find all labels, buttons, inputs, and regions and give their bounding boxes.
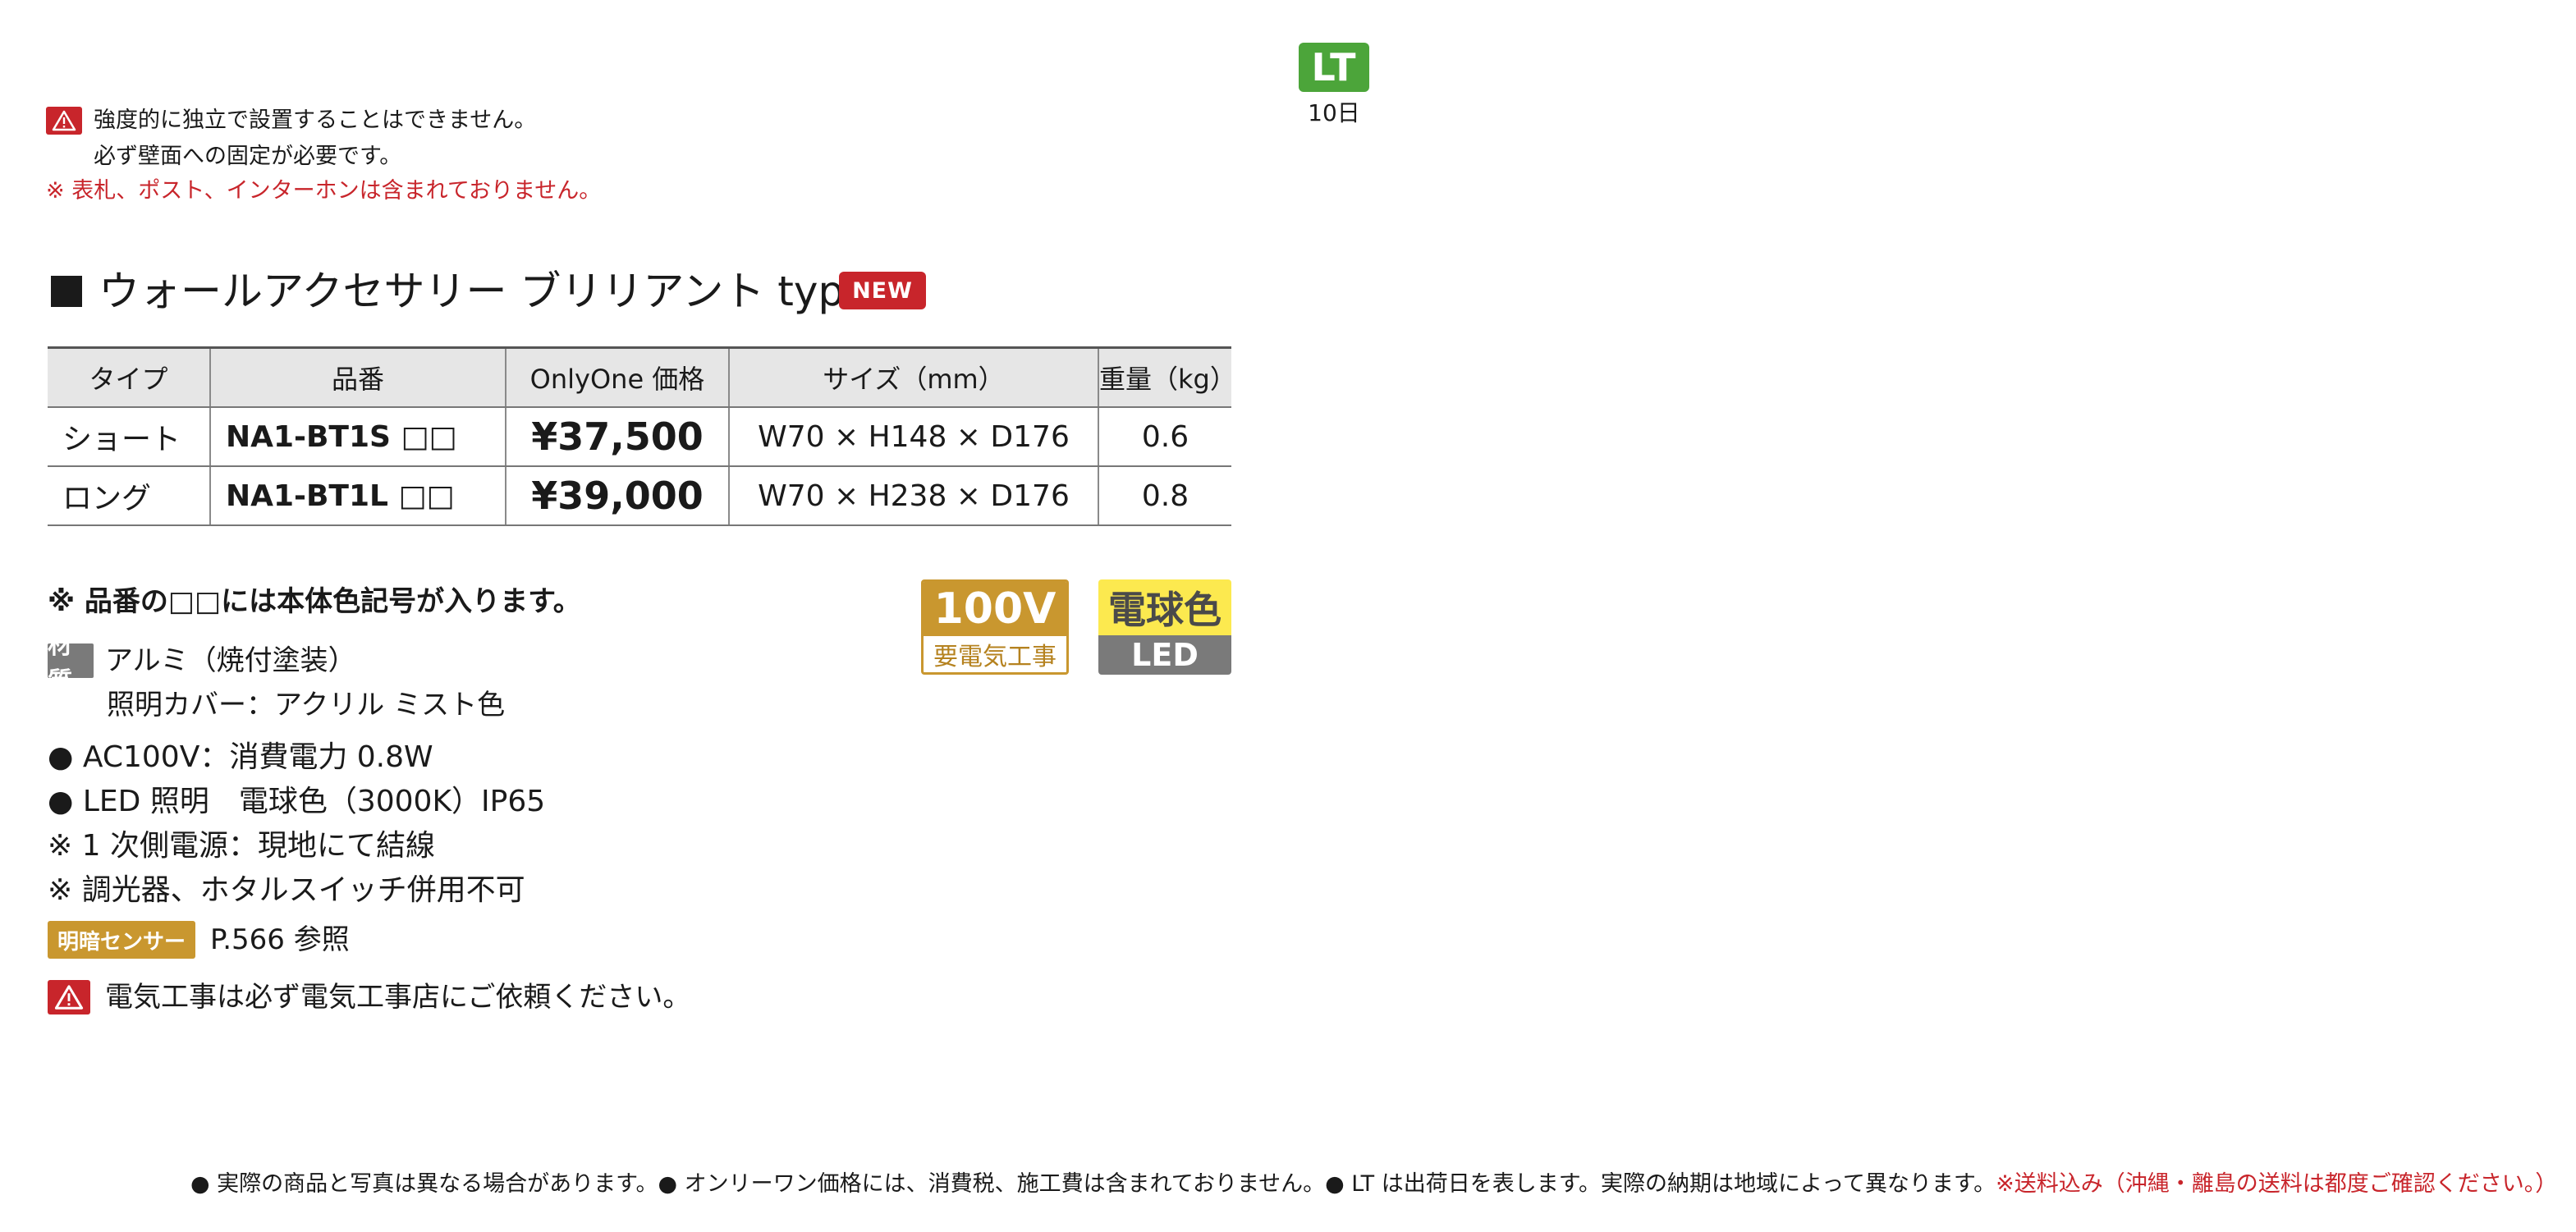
- header-price: OnlyOne 価格: [505, 346, 729, 408]
- table-row: ショート NA1-BT1S □□ ¥37,500 W70 × H148 × D1…: [48, 407, 1231, 467]
- header-type: タイプ: [48, 346, 210, 408]
- voltage-sublabel: 要電気工事: [933, 643, 1057, 671]
- power-source-note: ※ 1 次側電源：現地にて結線: [48, 829, 435, 863]
- electric-work-warning: 電気工事は必ず電気工事店にご依頼ください。: [105, 981, 691, 1014]
- heading-square-icon: [51, 276, 82, 307]
- material-badge: 材質: [48, 631, 94, 696]
- power-spec: ● AC100V：消費電力 0.8W: [48, 740, 433, 774]
- cell-code: NA1-BT1L □□: [209, 466, 506, 526]
- light-color-label: 電球色: [1098, 579, 1231, 635]
- sensor-badge: 明暗センサー: [48, 921, 195, 959]
- cell-type: ショート: [48, 407, 210, 467]
- cell-price: ¥39,000: [505, 466, 729, 526]
- footer-disclaimer: ● 実際の商品と写真は異なる場合があります。● オンリーワン価格には、消費税、施…: [190, 1170, 2557, 1198]
- exclusion-note: ※ 表札、ポスト、インターホンは含まれておりません。: [46, 178, 602, 204]
- sensor-page-reference: P.566 参照: [210, 923, 350, 956]
- voltage-badge: 100V 要電気工事: [921, 579, 1069, 675]
- cell-type: ロング: [48, 466, 210, 526]
- light-type-label: LED: [1098, 635, 1231, 675]
- product-title: ウォールアクセサリー ブリリアント type1: [99, 268, 896, 315]
- warning-text-line1: 強度的に独立で設置することはできません。: [94, 108, 537, 133]
- cell-size: W70 × H238 × D176: [728, 466, 1098, 526]
- led-spec: ● LED 照明 電球色（3000K）IP65: [48, 785, 546, 818]
- product-spec-table: タイプ 品番 OnlyOne 価格 サイズ（mm） 重量（kg） ショート NA…: [48, 346, 1236, 526]
- warning-icon: [48, 980, 90, 1014]
- warning-icon: [46, 107, 82, 135]
- header-weight: 重量（kg）: [1098, 346, 1236, 408]
- lead-time-badge: LT: [1299, 43, 1369, 92]
- header-size: サイズ（mm）: [728, 346, 1098, 408]
- voltage-label: 100V: [924, 582, 1066, 636]
- new-badge: NEW: [839, 272, 926, 309]
- footer-text: ● 実際の商品と写真は異なる場合があります。● オンリーワン価格には、消費税、施…: [190, 1171, 1996, 1197]
- cell-size: W70 × H148 × D176: [728, 407, 1098, 467]
- warning-text-line2: 必ず壁面への固定が必要です。: [94, 144, 402, 169]
- table-header-row: タイプ 品番 OnlyOne 価格 サイズ（mm） 重量（kg）: [48, 346, 1236, 408]
- header-code: 品番: [209, 346, 506, 408]
- dimmer-note: ※ 調光器、ホタルスイッチ併用不可: [48, 873, 525, 907]
- footer-shipping-note: ※送料込み（沖縄・離島の送料は都度ご確認ください。）: [1996, 1171, 2558, 1197]
- color-code-note: ※ 品番の□□には本体色記号が入ります。: [48, 585, 581, 618]
- cell-weight: 0.8: [1098, 466, 1231, 526]
- table-row: ロング NA1-BT1L □□ ¥39,000 W70 × H238 × D17…: [48, 466, 1231, 526]
- cell-price: ¥37,500: [505, 407, 729, 467]
- cover-material-text: 照明カバー：アクリル ミスト色: [107, 689, 506, 721]
- material-text: アルミ（焼付塗装）: [105, 644, 356, 677]
- cell-code: NA1-BT1S □□: [209, 407, 506, 467]
- led-badge: 電球色 LED: [1098, 579, 1231, 675]
- lead-time-days: 10日: [1308, 99, 1360, 126]
- cell-weight: 0.6: [1098, 407, 1231, 467]
